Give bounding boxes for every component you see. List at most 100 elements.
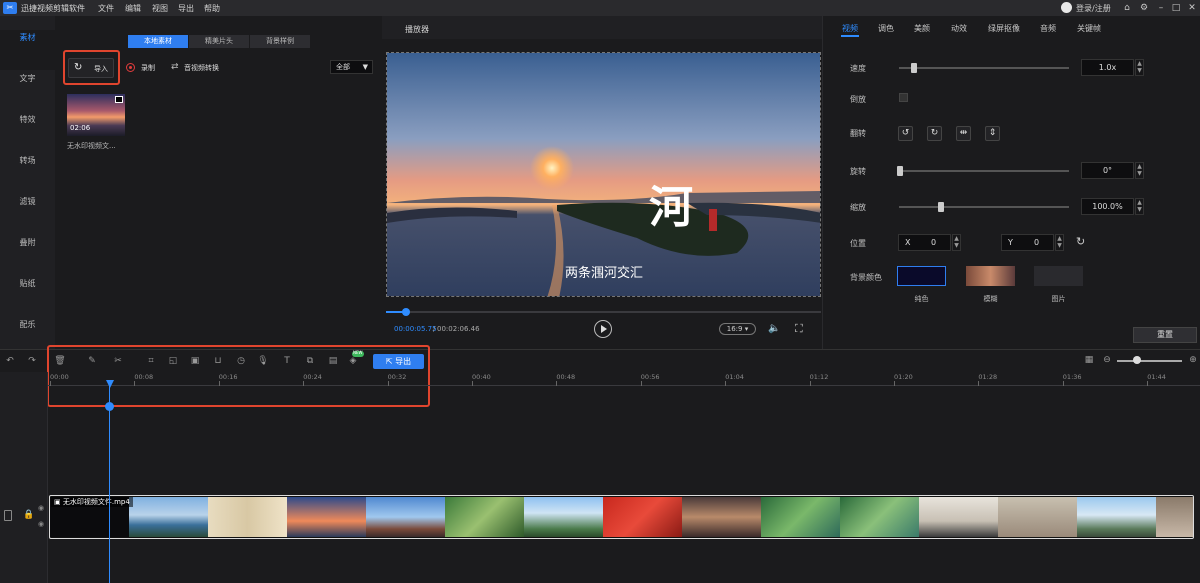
position-y-field[interactable]: Y 0 <box>1001 234 1054 251</box>
volume-icon[interactable]: 🔈 <box>768 323 780 334</box>
ruler-tick-label: 00:24 <box>303 373 322 381</box>
rotation-value[interactable]: 0° <box>1081 162 1134 179</box>
video-preview[interactable]: 河 两条涠河交汇 <box>386 52 821 297</box>
redo-icon[interactable]: ↷ <box>26 355 38 367</box>
menu-file[interactable]: 文件 <box>98 3 114 14</box>
record-icon[interactable] <box>126 63 135 72</box>
bg-image-swatch[interactable] <box>1034 266 1083 286</box>
close-icon[interactable]: ✕ <box>1186 2 1198 14</box>
scrub-handle[interactable] <box>402 308 410 316</box>
avatar[interactable] <box>1061 2 1072 13</box>
reset-button[interactable]: 重置 <box>1133 327 1197 343</box>
toolbar-highlight-box <box>47 345 430 407</box>
login-link[interactable]: 登录/注册 <box>1076 3 1111 14</box>
rotation-slider[interactable] <box>899 170 1069 172</box>
tab-audio[interactable]: 音频 <box>1040 23 1056 34</box>
menu-edit[interactable]: 编辑 <box>125 3 141 14</box>
scale-stepper[interactable]: ▲ ▼ <box>1135 198 1144 215</box>
zoom-in-icon[interactable]: ⊕ <box>1187 354 1199 366</box>
nav-item-transitions[interactable]: 转场 <box>0 153 55 193</box>
tab-color[interactable]: 调色 <box>878 23 894 34</box>
nav-item-media[interactable]: 素材 <box>0 30 55 70</box>
app-logo-icon: ✂ <box>3 2 17 14</box>
clip-frame-thumbnail <box>208 497 287 537</box>
scale-value[interactable]: 100.0% <box>1081 198 1134 215</box>
clip-frame-thumbnail <box>366 497 445 537</box>
scrub-track[interactable] <box>386 311 821 313</box>
rotation-stepper[interactable]: ▲ ▼ <box>1135 162 1144 179</box>
bg-solid-swatch[interactable] <box>897 266 946 286</box>
flip-horizontal-icon[interactable]: ⇹ <box>956 126 971 141</box>
speed-slider[interactable] <box>899 67 1069 69</box>
mute-icon[interactable]: ◉ <box>38 520 44 528</box>
reverse-checkbox[interactable] <box>899 93 908 102</box>
subtab-backgrounds[interactable]: 背景样例 <box>250 35 310 48</box>
undo-icon[interactable]: ↶ <box>4 355 16 367</box>
rotate-right-icon[interactable]: ↻ <box>927 126 942 141</box>
ruler-baseline <box>48 385 1200 386</box>
reset-position-icon[interactable]: ↻ <box>1076 235 1085 248</box>
ruler-tick <box>303 381 305 386</box>
rotate-left-icon[interactable]: ↺ <box>898 126 913 141</box>
scale-slider-handle[interactable] <box>938 202 944 212</box>
maximize-icon[interactable]: □ <box>1170 2 1182 14</box>
bg-image-label: 图片 <box>1051 295 1066 303</box>
position-y-stepper[interactable]: ▲ ▼ <box>1055 234 1064 251</box>
nav-item-stickers[interactable]: 贴纸 <box>0 276 55 316</box>
play-button[interactable] <box>594 320 612 338</box>
ruler-tick-label: 00:48 <box>556 373 576 381</box>
nav-item-filters[interactable]: 滤镜 <box>0 194 55 234</box>
settings-icon[interactable]: ⚙ <box>1138 2 1150 14</box>
clip-frame-thumbnail <box>1156 497 1193 537</box>
ruler-tick <box>894 381 895 386</box>
ruler-tick <box>134 381 136 386</box>
fullscreen-icon[interactable]: ⛶ <box>795 322 803 336</box>
subtab-local[interactable]: 本地素材 <box>128 35 188 48</box>
minimize-icon[interactable]: – <box>1155 2 1167 14</box>
clip-frame-thumbnail <box>998 497 1077 537</box>
visibility-icon[interactable]: ◉ <box>38 504 44 512</box>
tab-motion[interactable]: 动效 <box>951 23 967 34</box>
x-label: X <box>905 238 911 247</box>
subtab-intros[interactable]: 精美片头 <box>189 35 249 48</box>
ruler-tick <box>1062 381 1064 386</box>
playhead-marker[interactable] <box>105 402 114 411</box>
menu-help[interactable]: 帮助 <box>204 3 220 14</box>
rotation-slider-handle[interactable] <box>897 166 903 176</box>
fit-timeline-icon[interactable]: ▦ <box>1083 354 1095 366</box>
speed-stepper[interactable]: ▲ ▼ <box>1135 59 1144 76</box>
y-label: Y <box>1008 238 1013 247</box>
lock-icon[interactable]: 🔒 <box>23 510 34 520</box>
nav-item-text[interactable]: 文字 <box>0 71 55 111</box>
nav-item-overlay[interactable]: 叠附 <box>0 235 55 275</box>
position-x-field[interactable]: X 0 <box>898 234 951 251</box>
menu-view[interactable]: 视图 <box>152 3 168 14</box>
tab-keyframe[interactable]: 关键帧 <box>1077 23 1101 34</box>
y-value: 0 <box>1034 238 1040 247</box>
ruler-tick-label: 00:32 <box>387 373 407 381</box>
red-seal-icon <box>709 209 717 231</box>
bg-blur-swatch[interactable] <box>966 266 1015 286</box>
convert-label[interactable]: 音视频转换 <box>184 63 219 73</box>
position-x-stepper[interactable]: ▲ ▼ <box>952 234 961 251</box>
speed-value[interactable]: 1.0x <box>1081 59 1134 76</box>
menu-export[interactable]: 导出 <box>178 3 194 14</box>
tab-greenscreen[interactable]: 绿屏抠像 <box>988 23 1020 34</box>
flip-vertical-icon[interactable]: ⇕ <box>985 126 1000 141</box>
tab-video[interactable]: 视频 <box>842 23 858 34</box>
active-tab-underline <box>841 35 859 37</box>
zoom-out-icon[interactable]: ⊖ <box>1101 354 1113 366</box>
ruler-tick-label: 01:28 <box>978 373 998 381</box>
zoom-slider[interactable] <box>1117 360 1182 362</box>
bg-color-label: 背景颜色 <box>850 273 882 282</box>
speed-slider-handle[interactable] <box>911 63 917 73</box>
home-icon[interactable]: ⌂ <box>1121 2 1133 14</box>
aspect-ratio-select[interactable]: 16:9 ▾ <box>719 323 756 335</box>
nav-item-effects[interactable]: 特效 <box>0 112 55 152</box>
filter-select[interactable]: 全部 ▼ <box>330 60 373 74</box>
zoom-slider-handle[interactable] <box>1133 356 1141 364</box>
record-label[interactable]: 录制 <box>141 63 155 73</box>
clip-frame-thumbnail <box>1077 497 1156 537</box>
scale-slider[interactable] <box>899 206 1069 208</box>
tab-beauty[interactable]: 美颜 <box>914 23 930 34</box>
